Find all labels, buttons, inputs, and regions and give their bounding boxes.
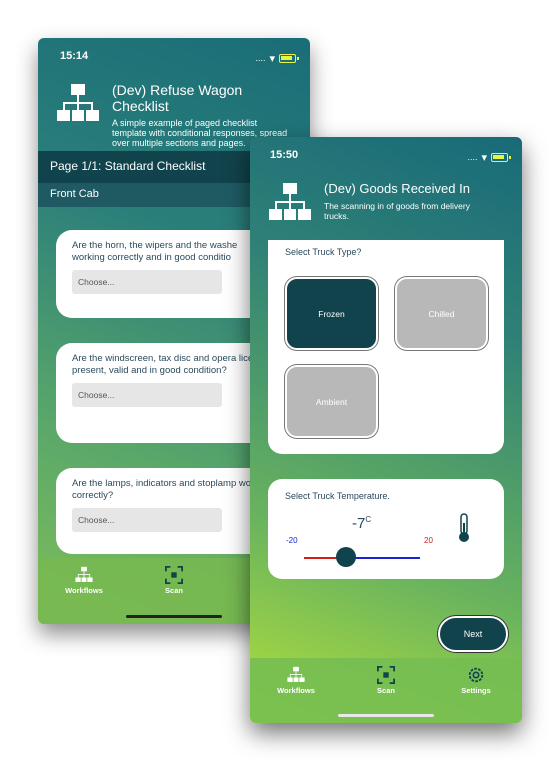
question-text: Are the horn, the wipers and the washe w… <box>72 240 238 263</box>
home-indicator <box>338 714 434 717</box>
stage: 15:14 .... ▾ (Dev) Refuse Wagon Checklis <box>0 0 556 761</box>
choose-dropdown[interactable]: Choose... <box>72 383 222 407</box>
question-text: Are the lamps, indicators and stoplamp w… <box>72 478 272 501</box>
status-bar: 15:14 .... ▾ <box>60 50 299 66</box>
workflow-header: (Dev) Goods Received In The scanning in … <box>268 181 512 225</box>
scan-icon <box>165 566 183 584</box>
temperature-value: -7C <box>352 515 371 532</box>
scan-icon <box>377 666 395 684</box>
slider-track-high <box>348 557 420 559</box>
temperature-max: 20 <box>424 536 433 545</box>
workflow-icon <box>269 183 311 220</box>
wifi-icon: ▾ <box>481 151 487 164</box>
tab-label: Settings <box>461 686 491 695</box>
workflow-title: (Dev) Refuse Wagon Checklist <box>112 82 243 114</box>
truck-temperature-label: Select Truck Temperature. <box>285 491 390 501</box>
battery-icon <box>279 53 299 63</box>
settings-icon <box>468 667 484 683</box>
truck-type-label: Select Truck Type? <box>285 247 362 257</box>
battery-icon <box>491 152 511 162</box>
status-time: 15:50 <box>270 149 299 161</box>
temperature-number: -7 <box>352 515 366 532</box>
workflow-description: The scanning in of goods from delivery t… <box>324 201 470 221</box>
tab-settings[interactable]: Settings <box>446 666 506 695</box>
tab-label: Scan <box>165 586 183 595</box>
wifi-icon: ▾ <box>269 52 275 65</box>
status-icons: .... ▾ <box>255 50 299 66</box>
chilled-button[interactable]: Chilled <box>395 277 488 350</box>
temperature-unit: C <box>365 515 372 524</box>
tab-workflows[interactable]: Workflows <box>266 666 326 695</box>
ambient-button[interactable]: Ambient <box>285 365 378 438</box>
tab-bar: Workflows Scan Settings <box>250 658 522 723</box>
workflow-icon <box>57 84 99 121</box>
goods-received-phone: 15:50 .... ▾ (Dev) Goods Received In The… <box>250 137 522 723</box>
truck-temperature-card: Select Truck Temperature. -7C -20 20 <box>268 479 504 579</box>
tab-label: Workflows <box>65 586 103 595</box>
workflow-icon <box>287 666 305 682</box>
temperature-min: -20 <box>286 536 298 545</box>
temperature-slider-knob[interactable] <box>336 547 356 567</box>
choose-dropdown[interactable]: Choose... <box>72 270 222 294</box>
status-time: 15:14 <box>60 50 89 62</box>
status-bar: 15:50 .... ▾ <box>270 149 511 165</box>
tab-workflows[interactable]: Workflows <box>54 566 114 595</box>
home-indicator <box>126 615 222 618</box>
tab-scan[interactable]: Scan <box>356 666 416 695</box>
status-icons: .... ▾ <box>467 149 511 165</box>
header-text: (Dev) Goods Received In The scanning in … <box>324 181 474 225</box>
frozen-button[interactable]: Frozen <box>285 277 378 350</box>
next-button[interactable]: Next <box>438 616 508 652</box>
signal-dots: .... <box>467 152 478 162</box>
thermometer-icon <box>459 513 469 542</box>
question-text: Are the windscreen, tax disc and opera l… <box>72 353 269 376</box>
tab-scan[interactable]: Scan <box>144 566 204 595</box>
choose-dropdown[interactable]: Choose... <box>72 508 222 532</box>
truck-type-card: Select Truck Type? Frozen Chilled Ambien… <box>268 240 504 454</box>
tab-label: Scan <box>377 686 395 695</box>
tab-label: Workflows <box>277 686 315 695</box>
signal-dots: .... <box>255 53 266 63</box>
workflow-icon <box>75 566 93 582</box>
workflow-title: (Dev) Goods Received In <box>324 181 470 196</box>
